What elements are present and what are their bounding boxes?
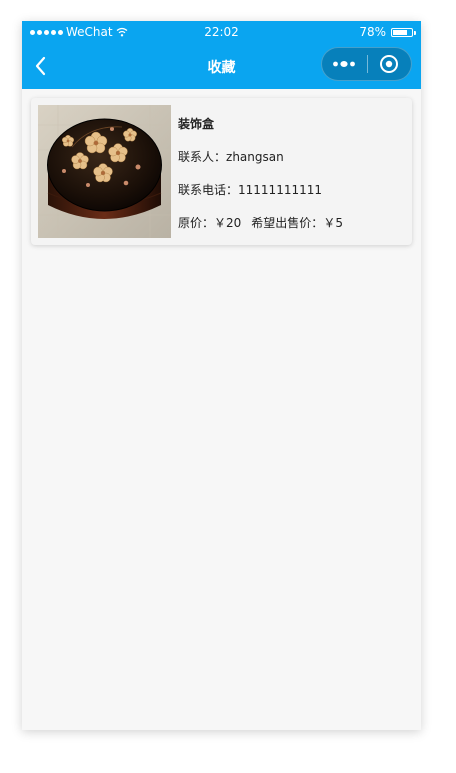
lacquer-box-with-flowers-image	[38, 105, 171, 238]
close-button[interactable]	[367, 48, 411, 80]
more-button[interactable]	[322, 48, 367, 80]
item-title: 装饰盒	[178, 117, 215, 131]
phone-label: 联系电话：	[178, 183, 239, 197]
status-bar: WeChat 22:02 78%	[22, 21, 421, 43]
more-dots-icon	[333, 61, 356, 67]
contact-line: 联系人：zhangsan	[178, 148, 284, 165]
contact-value: zhangsan	[226, 150, 284, 164]
status-right: 78%	[359, 25, 416, 39]
original-price-value: ￥20	[214, 216, 242, 230]
battery-icon	[391, 27, 416, 37]
navigation-bar: 收藏	[22, 43, 421, 89]
favorite-item-card[interactable]: 装饰盒 联系人：zhangsan 联系电话：11111111111 原价：￥20…	[31, 98, 412, 245]
contact-label: 联系人：	[178, 150, 227, 164]
original-price-label: 原价：	[178, 216, 215, 230]
phone-value: 11111111111	[238, 183, 322, 197]
phone-line: 联系电话：11111111111	[178, 181, 322, 198]
miniprogram-capsule	[321, 47, 412, 81]
sale-price-label: 希望出售价：	[251, 216, 324, 230]
price-line: 原价：￥20 希望出售价：￥5	[178, 214, 343, 231]
target-circle-icon	[380, 55, 399, 73]
sale-price-value: ￥5	[323, 216, 343, 230]
phone-screen: WeChat 22:02 78% 收藏 装饰盒 联系人：zhangsan 联系电…	[22, 21, 421, 730]
battery-percent: 78%	[359, 25, 386, 39]
battery-level-fill	[393, 29, 407, 35]
